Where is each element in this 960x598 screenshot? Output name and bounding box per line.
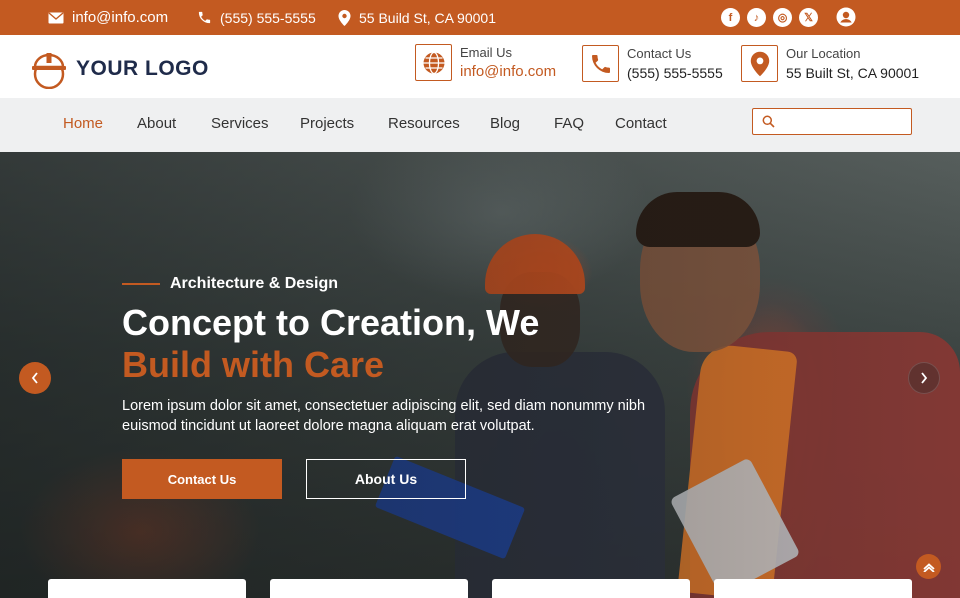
- nav-item-projects[interactable]: Projects: [300, 115, 354, 132]
- slider-prev-button[interactable]: [19, 362, 51, 394]
- location-label: Our Location: [786, 46, 861, 61]
- hero-body: Lorem ipsum dolor sit amet, consectetuer…: [122, 398, 646, 434]
- envelope-icon: [48, 11, 64, 23]
- topbar-email-text: info@info.com: [72, 9, 169, 26]
- chevron-right-icon: [921, 372, 928, 384]
- tiktok-icon[interactable]: ♪: [747, 8, 766, 27]
- chevron-up-icon: [922, 562, 935, 572]
- topbar-address: 55 Build St, CA 90001: [338, 0, 496, 35]
- logo[interactable]: YOUR LOGO: [30, 49, 209, 89]
- hero-title-line1: Concept to Creation, We: [122, 302, 540, 343]
- nav-item-resources[interactable]: Resources: [388, 115, 460, 132]
- phone-icon: [591, 54, 610, 73]
- topbar-address-text: 55 Build St, CA 90001: [359, 9, 496, 26]
- social-links: f ♪ ◎ 𝕏: [721, 8, 818, 27]
- header-contact[interactable]: Contact Us (555) 555-5555: [582, 45, 723, 84]
- hero-eyebrow: Architecture & Design: [122, 275, 338, 293]
- facebook-icon[interactable]: f: [721, 8, 740, 27]
- contact-value[interactable]: (555) 555-5555: [627, 62, 723, 84]
- globe-icon-box: [415, 44, 452, 81]
- site-header: YOUR LOGO Email Us info@info.com Contact…: [0, 35, 960, 98]
- search-icon: [762, 115, 775, 128]
- eyebrow-line: [122, 283, 160, 285]
- location-value: 55 Built St, CA 90001: [786, 65, 920, 81]
- nav-item-services[interactable]: Services: [211, 115, 269, 132]
- contact-label: Contact Us: [627, 46, 692, 61]
- contact-us-button[interactable]: Contact Us: [122, 459, 282, 499]
- user-account-icon[interactable]: [836, 7, 856, 27]
- nav-item-faq[interactable]: FAQ: [554, 115, 584, 132]
- email-label: Email Us: [460, 45, 513, 60]
- slider-next-button[interactable]: [908, 362, 940, 394]
- header-email[interactable]: Email Us info@info.com: [415, 44, 556, 83]
- nav-item-home[interactable]: Home: [63, 115, 103, 132]
- topbar-phone[interactable]: (555) 555-5555: [197, 0, 316, 35]
- chevron-left-icon: [31, 372, 38, 384]
- globe-icon: [423, 51, 444, 74]
- feature-card[interactable]: [492, 579, 690, 598]
- topbar-phone-text: (555) 555-5555: [220, 9, 316, 26]
- nav-item-blog[interactable]: Blog: [490, 115, 520, 132]
- x-icon[interactable]: 𝕏: [799, 8, 818, 27]
- topbar-email[interactable]: info@info.com: [48, 0, 168, 35]
- map-pin-icon: [338, 9, 351, 26]
- phone-icon-box: [582, 45, 619, 82]
- feature-card[interactable]: [714, 579, 912, 598]
- header-location: Our Location 55 Built St, CA 90001: [741, 45, 919, 84]
- feature-card[interactable]: [48, 579, 246, 598]
- phone-icon: [198, 11, 211, 24]
- search-box[interactable]: [752, 108, 912, 135]
- map-pin-icon: [750, 51, 769, 76]
- instagram-icon[interactable]: ◎: [773, 8, 792, 27]
- nav-item-about[interactable]: About: [137, 115, 176, 132]
- scroll-to-top-button[interactable]: [916, 554, 941, 579]
- email-value[interactable]: info@info.com: [460, 61, 556, 83]
- hero-title-line2: Build with Care: [122, 344, 385, 385]
- eyebrow-text: Architecture & Design: [170, 275, 339, 292]
- main-nav: Home About Services Projects Resources B…: [0, 98, 960, 152]
- feature-card[interactable]: [270, 579, 468, 598]
- nav-item-contact[interactable]: Contact: [615, 115, 667, 132]
- hero-title: Concept to Creation, We Build with Care: [122, 302, 642, 386]
- about-us-button[interactable]: About Us: [306, 459, 466, 499]
- map-pin-icon-box: [741, 45, 778, 82]
- top-bar: info@info.com (555) 555-5555 55 Build St…: [0, 0, 960, 35]
- logo-text: YOUR LOGO: [76, 57, 209, 80]
- search-input[interactable]: [779, 111, 907, 132]
- hard-hat-logo-icon: [32, 53, 66, 89]
- hero-banner: Architecture & Design Concept to Creatio…: [0, 152, 960, 598]
